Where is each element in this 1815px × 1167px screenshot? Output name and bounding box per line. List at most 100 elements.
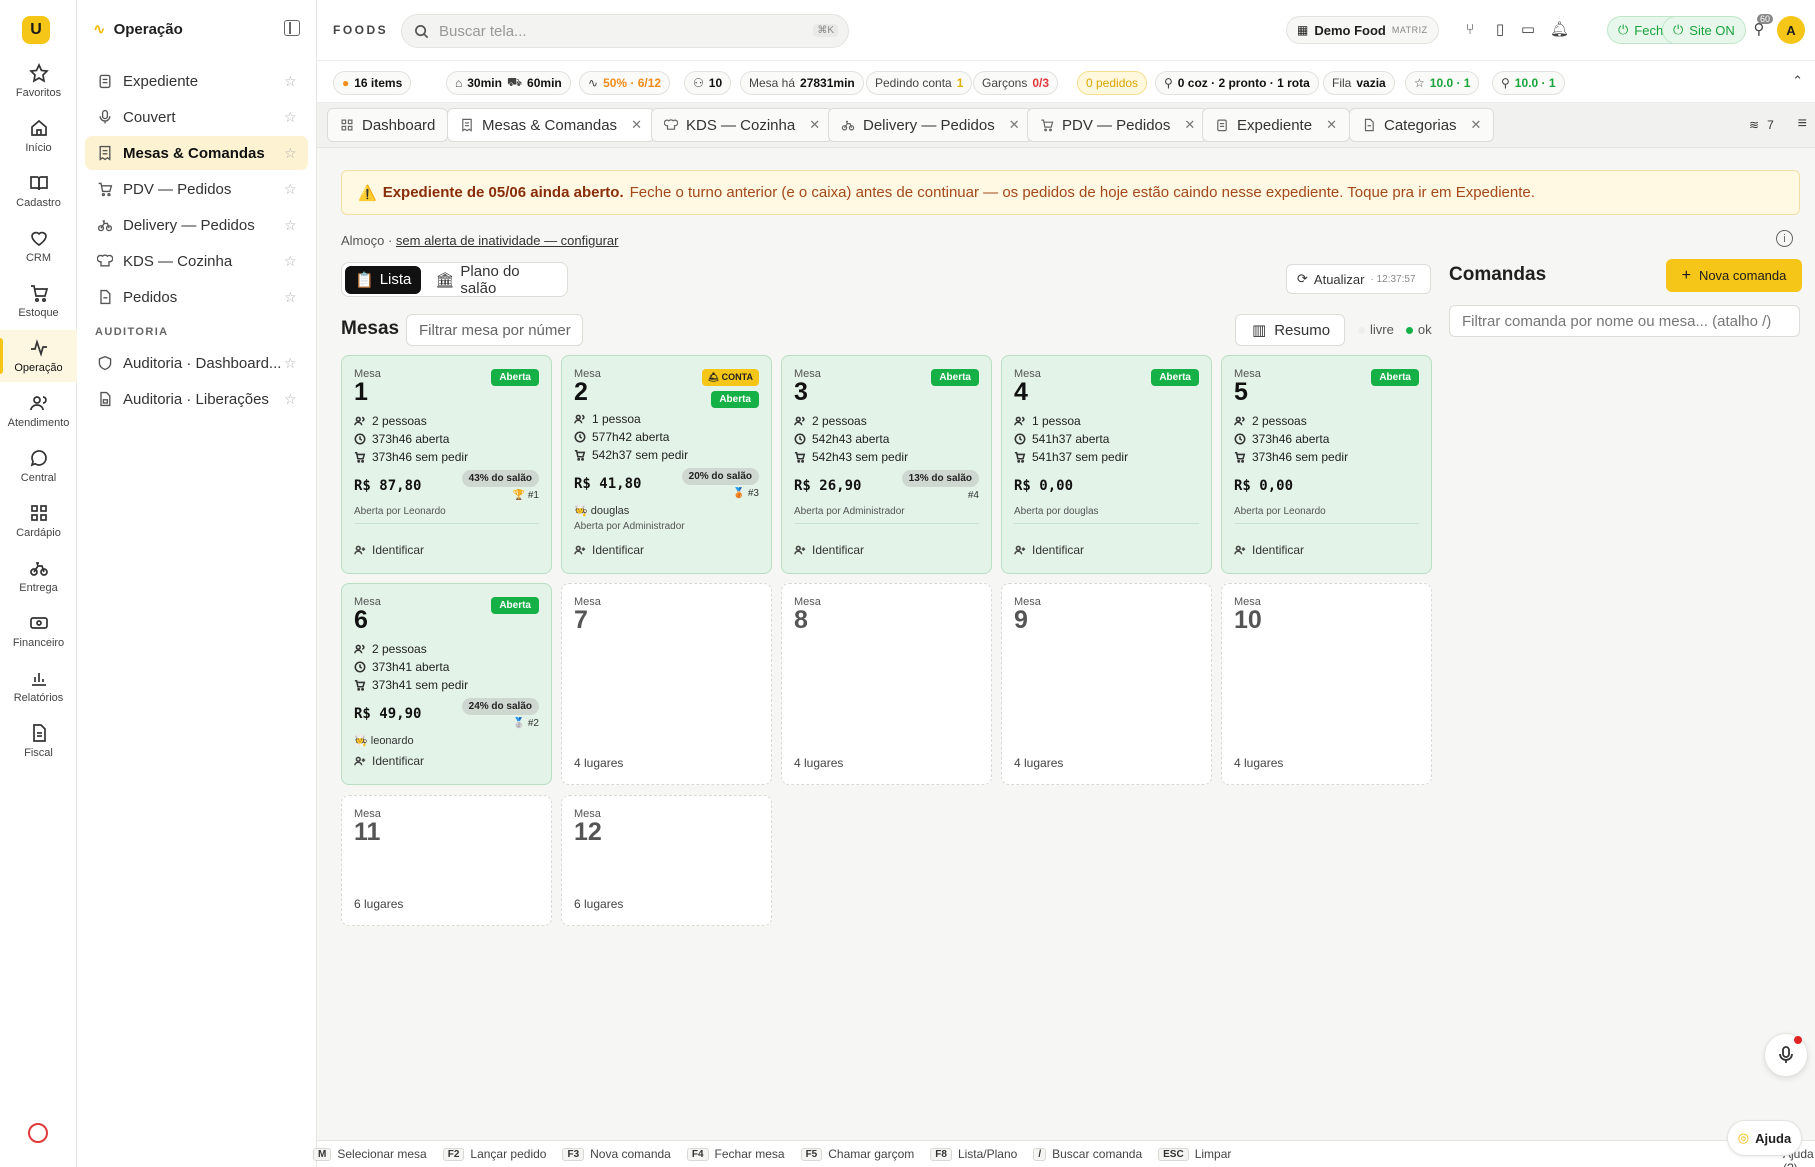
close-tab-icon[interactable]: ✕ <box>1009 117 1020 133</box>
collapse-sidebar-icon[interactable] <box>284 20 300 36</box>
sidebar-item-2[interactable]: Couvert ☆ <box>85 100 308 134</box>
tab-7[interactable]: Categorias ✕ <box>1349 108 1495 142</box>
rail-item-favoritos[interactable]: Favoritos <box>0 55 77 107</box>
mesa-card-12[interactable]: Mesa 12 6 lugares <box>561 795 772 926</box>
close-tab-icon[interactable]: ✕ <box>631 117 642 133</box>
voice-button[interactable] <box>1764 1033 1808 1077</box>
shortcut-1[interactable]: M Selecionar mesa <box>313 1147 427 1161</box>
mesa-card-2[interactable]: Mesa 2 🛎 CONTA Aberta 1 pessoa 577h42 abe… <box>561 355 772 574</box>
tab-3[interactable]: KDS — Cozinha ✕ <box>651 108 834 142</box>
tabs-count[interactable]: ≋ 7 <box>1737 108 1786 142</box>
shortcut-7[interactable]: / Buscar comanda <box>1033 1147 1142 1161</box>
items-chip[interactable]: ● 16 items <box>333 71 412 95</box>
rating-chip[interactable]: ☆ 10.0 · 1 <box>1405 71 1480 95</box>
routes-chip[interactable]: ⚲ 0 coz · 2 pronto · 1 rota <box>1155 71 1319 95</box>
sidebar-audit-item-1[interactable]: Auditoria · Dashboard... ☆ <box>85 346 308 380</box>
identify-button[interactable]: Identificar <box>354 543 424 557</box>
favorite-star-icon[interactable]: ☆ <box>284 392 298 406</box>
rail-item-relatorios[interactable]: Relatórios <box>0 660 77 712</box>
tab-1[interactable]: Dashboard <box>327 108 449 142</box>
mesa-card-10[interactable]: Mesa 10 4 lugares <box>1221 583 1432 785</box>
people-chip[interactable]: ⚇ 10 <box>684 71 732 95</box>
shortcut-8[interactable]: ESC Limpar <box>1158 1147 1231 1161</box>
rail-item-crm[interactable]: CRM <box>0 220 77 272</box>
tab-5[interactable]: PDV — Pedidos ✕ <box>1027 108 1209 142</box>
garcons-chip[interactable]: Garçons 0/3 <box>973 71 1059 95</box>
delivery-icon[interactable]: ⚲ <box>1751 22 1767 38</box>
rail-item-atendimento[interactable]: Atendimento <box>0 385 77 437</box>
favorite-star-icon[interactable]: ☆ <box>284 74 298 88</box>
identify-button[interactable]: Identificar <box>1234 543 1304 557</box>
comanda-filter-input[interactable]: Filtrar comanda por nome ou mesa... (ata… <box>1449 305 1800 337</box>
mesa-card-4[interactable]: Mesa 4 Aberta 1 pessoa 541h37 aberta 541h… <box>1001 355 1212 574</box>
menu-icon[interactable]: ≡ <box>1798 115 1807 133</box>
mesa-card-5[interactable]: Mesa 5 Aberta 2 pessoas 373h46 aberta 373… <box>1221 355 1432 574</box>
avatar[interactable]: A <box>1777 16 1805 44</box>
favorite-star-icon[interactable]: ☆ <box>284 356 298 370</box>
search-input[interactable]: Buscar tela... ⌘K <box>401 14 849 48</box>
rail-item-central[interactable]: Central <box>0 440 77 492</box>
occupancy-chip[interactable]: ∿ 50% · 6/12 <box>579 71 671 95</box>
close-tab-icon[interactable]: ✕ <box>1184 117 1195 133</box>
identify-button[interactable]: Identificar <box>354 754 424 768</box>
sidebar-item-1[interactable]: Expediente ☆ <box>85 64 308 98</box>
shortcut-2[interactable]: F2 Lançar pedido <box>442 1147 546 1161</box>
close-tab-icon[interactable]: ✕ <box>1471 117 1482 133</box>
sidebar-item-4[interactable]: PDV — Pedidos ☆ <box>85 172 308 206</box>
info-icon[interactable]: i <box>1776 230 1793 247</box>
site-toggle-button[interactable]: ⏻ Site ON <box>1662 16 1746 44</box>
tablet-icon[interactable]: ▯ <box>1492 22 1508 38</box>
sidebar-item-5[interactable]: Delivery — Pedidos ☆ <box>85 208 308 242</box>
mesa-card-1[interactable]: Mesa 1 Aberta 2 pessoas 373h46 aberta 373… <box>341 355 552 574</box>
mesa-card-8[interactable]: Mesa 8 4 lugares <box>781 583 992 785</box>
refresh-button[interactable]: ⟳ Atualizar · 12:37:57 <box>1286 264 1431 294</box>
rail-item-inicio[interactable]: Início <box>0 110 77 162</box>
view-lista-button[interactable]: 📋 Lista <box>345 265 422 294</box>
mesa-filter-input[interactable]: Filtrar mesa por númer <box>406 314 583 346</box>
fila-chip[interactable]: Fila vazia <box>1323 71 1395 95</box>
sidebar-item-6[interactable]: KDS — Cozinha ☆ <box>85 244 308 278</box>
shortcut-6[interactable]: F8 Lista/Plano <box>930 1147 1017 1161</box>
rail-item-fiscal[interactable]: Fiscal <box>0 715 77 767</box>
mesa-time-chip[interactable]: Mesa há 27831min <box>740 71 864 95</box>
sidebar-item-3[interactable]: Mesas & Comandas ☆ <box>85 136 308 170</box>
shortcut-3[interactable]: F3 Nova comanda <box>562 1147 671 1161</box>
shortcut-4[interactable]: F4 Fechar mesa <box>686 1147 785 1161</box>
favorite-star-icon[interactable]: ☆ <box>284 182 298 196</box>
favorite-star-icon[interactable]: ☆ <box>284 110 298 124</box>
phone-icon[interactable] <box>28 1123 48 1143</box>
mesa-card-7[interactable]: Mesa 7 4 lugares <box>561 583 772 785</box>
chevron-up-icon[interactable]: ⌃ <box>1792 73 1803 89</box>
store-selector[interactable]: ▦ Demo Food MATRIZ <box>1286 16 1439 44</box>
favorite-star-icon[interactable]: ☆ <box>284 218 298 232</box>
rail-item-financeiro[interactable]: Financeiro <box>0 605 77 657</box>
rail-item-estoque[interactable]: Estoque <box>0 275 77 327</box>
favorite-star-icon[interactable]: ☆ <box>284 290 298 304</box>
shortcut-5[interactable]: F5 Chamar garçom <box>800 1147 914 1161</box>
rail-item-entrega[interactable]: Entrega <box>0 550 77 602</box>
prep-time-chip[interactable]: ⌂ 30min ⛟ 60min <box>446 71 571 95</box>
pedindo-conta-chip[interactable]: Pedindo conta 1 <box>866 71 973 95</box>
resumo-button[interactable]: ▥ Resumo <box>1235 314 1345 346</box>
mesa-card-6[interactable]: Mesa 6 Aberta 2 pessoas 373h41 aberta 373… <box>341 583 552 785</box>
delivery-rating-chip[interactable]: ⚲ 10.0 · 1 <box>1492 71 1565 95</box>
pedidos-chip[interactable]: 0 pedidos <box>1077 71 1148 95</box>
app-logo[interactable]: U <box>22 16 50 44</box>
mesa-card-11[interactable]: Mesa 11 6 lugares <box>341 795 552 926</box>
rail-item-cadastro[interactable]: Cadastro <box>0 165 77 217</box>
identify-button[interactable]: Identificar <box>1014 543 1084 557</box>
tab-6[interactable]: Expediente ✕ <box>1202 108 1350 142</box>
close-tab-icon[interactable]: ✕ <box>809 117 820 133</box>
utensils-icon[interactable]: ⑂ <box>1462 22 1478 38</box>
favorite-star-icon[interactable]: ☆ <box>284 146 298 160</box>
sidebar-audit-item-2[interactable]: Auditoria · Liberações ☆ <box>85 382 308 416</box>
identify-button[interactable]: Identificar <box>574 543 644 557</box>
identify-button[interactable]: Identificar <box>794 543 864 557</box>
rail-item-operacao[interactable]: Operação <box>0 330 77 382</box>
bell-icon[interactable]: 🔔︎ <box>1550 22 1569 38</box>
mesa-card-3[interactable]: Mesa 3 Aberta 2 pessoas 542h43 aberta 542… <box>781 355 992 574</box>
tab-2[interactable]: Mesas & Comandas ✕ <box>447 108 655 142</box>
expediente-alert[interactable]: ⚠️ Expediente de 05/06 ainda aberto. Fec… <box>341 170 1800 215</box>
configure-inactivity-link[interactable]: sem alerta de inatividade — configurar <box>396 233 619 248</box>
mesa-card-9[interactable]: Mesa 9 4 lugares <box>1001 583 1212 785</box>
